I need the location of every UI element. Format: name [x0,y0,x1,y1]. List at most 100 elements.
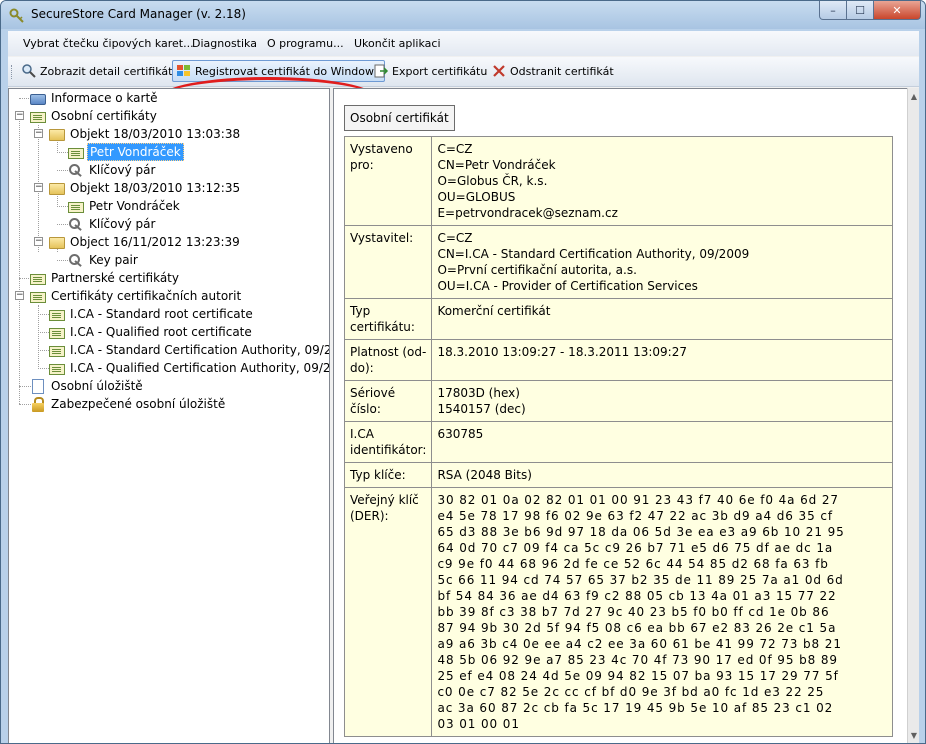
scroll-down-arrow-icon[interactable]: ▼ [909,731,919,741]
certificate-tree[interactable]: Informace o kartě − Osobní certifikáty −… [8,88,330,743]
detail-key: Typ certifikátu: [343,298,433,340]
collapse-toggle[interactable]: − [15,291,24,300]
card-icon [30,93,46,105]
detail-value-line: c9 9e f0 44 68 96 2d fe ce 52 6c 44 54 8… [437,557,829,571]
detail-key: Platnost (od-do): [343,339,433,381]
tree-label: Objekt 18/03/2010 13:03:38 [70,127,241,141]
tree-label: Certifikáty certifikačních autorit [51,289,242,303]
detail-value: C=CZ CN=I.CA - Standard Certification Aut… [431,225,893,299]
menu-diagnostics[interactable]: Diagnostika [192,37,257,50]
tree-label: Klíčový pár [89,163,156,177]
tree-label: Informace o kartě [51,91,158,105]
tree-item-key-pair[interactable]: Klíčový pár [68,215,157,233]
export-certificate-button[interactable]: Export certifikátu [370,60,487,82]
detail-value-line: a9 a6 3b c4 0e ee a4 c2 ee 3a 60 61 be 4… [437,637,842,651]
detail-value-line: 48 5b 06 92 9e a7 85 23 4c 70 4f 73 90 1… [437,653,838,667]
tree-item-personal-certificates[interactable]: Osobní certifikáty [30,107,159,125]
detail-row: Typ klíče: RSA (2048 Bits) [343,462,893,488]
tree-item-personal-storage[interactable]: Osobní úložiště [30,377,145,395]
certificate-detail-table: Vystaveno pro: C=CZ CN=Petr Vondráček O=Glo… [343,136,893,737]
lock-icon [30,396,46,412]
tree-item-ca-certificate[interactable]: I.CA - Qualified root certificate [49,323,254,341]
detail-row: Vystaveno pro: C=CZ CN=Petr Vondráček O=Glo… [343,136,893,226]
tree-item-ca-certificate[interactable]: I.CA - Standard root certificate [49,305,255,323]
document-icon [32,378,44,394]
detail-value-line: OU=GLOBUS [437,190,516,204]
delete-certificate-label: Odstranit certifikát [510,64,614,78]
detail-row: Vystavitel: C=CZ CN=I.CA - Standard Certif… [343,225,893,299]
window-controls: – ☐ ✕ [819,1,921,21]
tree-label: Zabezpečené osobní úložiště [51,397,226,411]
detail-key: Vystaveno pro: [343,136,433,226]
tree-label: I.CA - Standard Certification Authority,… [70,343,330,357]
detail-value-line: C=CZ [437,231,473,245]
tree-label: I.CA - Standard root certificate [70,307,253,321]
toolbar: Zobrazit detail certifikátu Registrovat … [8,57,919,118]
certificate-icon [30,291,46,303]
tree-item-card-info[interactable]: Informace o kartě [30,89,160,107]
tree-label: Klíčový pár [89,217,156,231]
certificate-icon [30,111,46,123]
menu-exit[interactable]: Ukončit aplikaci [354,37,441,50]
collapse-toggle[interactable]: − [34,183,43,192]
vertical-scrollbar[interactable]: ▲ ▼ [907,88,919,743]
tree-label: Partnerské certifikáty [51,271,179,285]
detail-value-line: E=petrvondracek@seznam.cz [437,206,618,220]
tree-item-certificate[interactable]: Petr Vondráček [68,197,182,215]
menu-about[interactable]: O programu... [267,37,344,50]
tree-label: I.CA - Qualified root certificate [70,325,252,339]
folder-icon [49,183,65,195]
detail-value-line: CN=Petr Vondráček [437,158,556,172]
detail-row: Veřejný klíč (DER): 30 82 01 0a 02 82 01 … [343,487,893,737]
detail-value: 630785 [431,421,893,463]
title-bar[interactable]: SecureStore Card Manager (v. 2.18) – ☐ ✕ [1,1,925,29]
detail-key: Vystavitel: [343,225,433,299]
maximize-button[interactable]: ☐ [847,1,874,20]
windows-logo-icon [177,65,190,76]
collapse-toggle[interactable]: − [34,129,43,138]
detail-value-line: bf 54 84 36 ae d4 63 f9 c2 88 05 cb 13 4… [437,589,837,603]
detail-value-line: 64 0d 70 c7 09 f4 ca 5c c9 26 b7 71 e5 d… [437,541,834,555]
tree-item-partner-certificates[interactable]: Partnerské certifikáty [30,269,181,287]
detail-value-line: 1540157 (dec) [437,402,526,416]
certificate-detail-pane: Osobní certifikát Vystaveno pro: C=CZ CN=P… [333,88,907,743]
tree-item-certificate[interactable]: Petr Vondráček [68,143,184,161]
toolbar-grip[interactable] [11,65,14,79]
detail-value: C=CZ CN=Petr Vondráček O=Globus ČR, k.s. OU… [431,136,893,226]
tree-item-ca-certificate[interactable]: I.CA - Qualified Certification Authority… [49,359,329,377]
window-title: SecureStore Card Manager (v. 2.18) [31,7,246,21]
collapse-toggle[interactable]: − [15,111,24,120]
detail-value-line: 87 94 9b 30 2d 5f 94 f5 08 c6 ea bb 67 e… [437,621,837,635]
tree-item-key-pair[interactable]: Key pair [68,251,140,269]
detail-value: 30 82 01 0a 02 82 01 01 00 91 23 43 f7 4… [431,487,893,737]
folder-icon [49,129,65,141]
tree-item-key-pair[interactable]: Klíčový pár [68,161,157,179]
scroll-up-arrow-icon[interactable]: ▲ [909,92,919,102]
close-button[interactable]: ✕ [874,1,921,20]
certificate-icon [68,201,84,213]
detail-row: Platnost (od-do): 18.3.2010 13:09:27 - 18… [343,339,893,381]
tree-item-object[interactable]: Objekt 18/03/2010 13:03:38 [49,125,242,143]
tree-item-ca-certificate[interactable]: I.CA - Standard Certification Authority,… [49,341,330,359]
tree-label: Petr Vondráček [87,143,184,161]
export-icon [374,64,389,78]
detail-value: 17803D (hex) 1540157 (dec) [431,380,893,422]
delete-certificate-button[interactable]: Odstranit certifikát [488,60,614,82]
collapse-toggle[interactable]: − [34,237,43,246]
tree-item-object[interactable]: Object 16/11/2012 13:23:39 [49,233,242,251]
detail-row: Sériové číslo: 17803D (hex) 1540157 (dec) [343,380,893,422]
detail-value-line: 65 d3 88 3e b6 9d 97 18 da 06 5d 3e ea e… [437,525,845,539]
detail-value-line: 25 ef e4 08 24 4d 5e 09 94 82 15 07 ba 9… [437,669,839,683]
tree-item-secure-storage[interactable]: Zabezpečené osobní úložiště [30,395,227,413]
tree-item-ca-certificates[interactable]: Certifikáty certifikačních autorit [30,287,243,305]
detail-value: RSA (2048 Bits) [431,462,893,488]
certificate-icon [49,345,65,357]
register-certificate-windows-button[interactable]: Registrovat certifikát do Windows [172,60,385,82]
detail-row: I.CA identifikátor: 630785 [343,421,893,463]
menu-select-reader[interactable]: Vybrat čtečku čipových karet... [23,37,194,50]
app-window: SecureStore Card Manager (v. 2.18) – ☐ ✕… [0,0,926,744]
tree-item-object[interactable]: Objekt 18/03/2010 13:12:35 [49,179,242,197]
certificate-icon [49,327,65,339]
minimize-button[interactable]: – [819,1,847,20]
show-certificate-detail-button[interactable]: Zobrazit detail certifikátu [18,60,179,82]
